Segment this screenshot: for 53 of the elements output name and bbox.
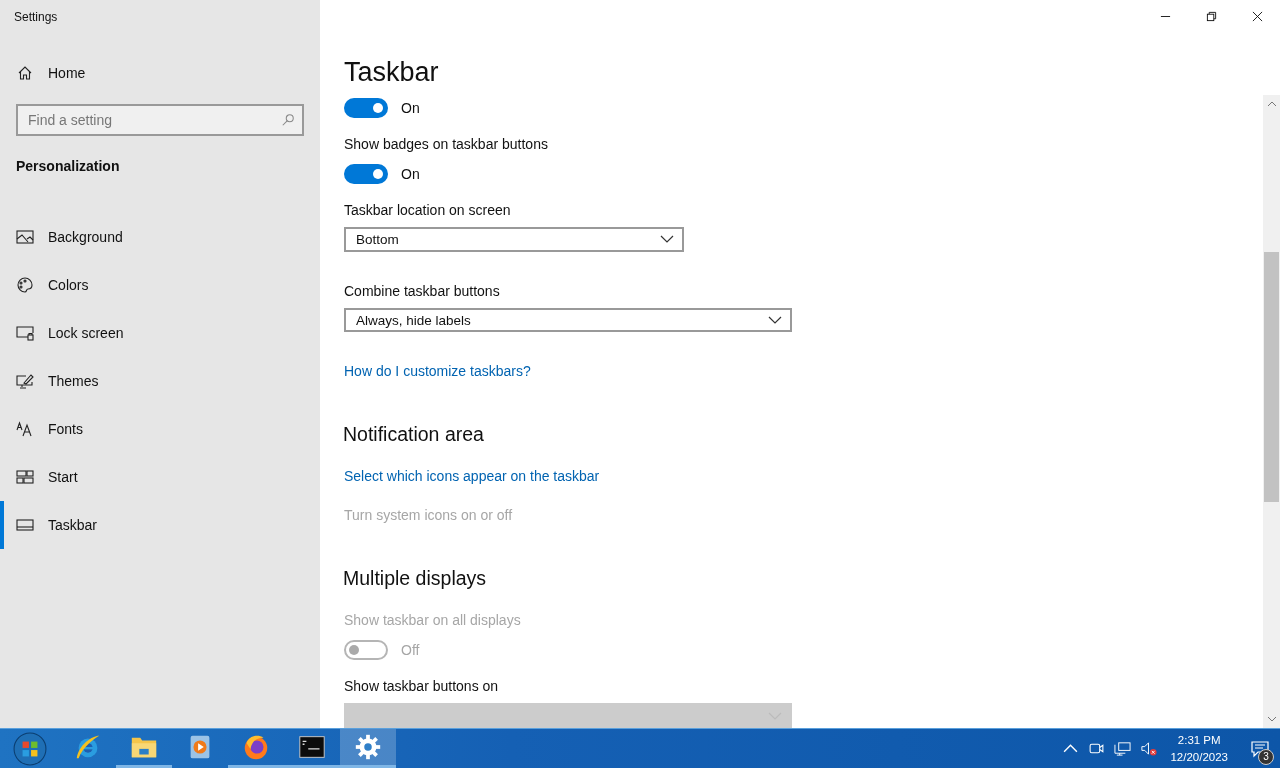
notifications-icon[interactable] — [1250, 738, 1270, 759]
dropdown[interactable]: Bottom — [344, 227, 684, 252]
dropdown[interactable]: Always, hide labels — [344, 307, 792, 333]
sidebar-item[interactable]: Start — [0, 453, 320, 501]
date-text: 12/20/2023 — [1170, 749, 1228, 765]
home-icon — [17, 65, 33, 81]
toggle-state: On — [401, 166, 420, 182]
home-link[interactable]: Home — [0, 62, 320, 84]
link[interactable]: Select which icons appear on the taskbar — [344, 468, 600, 485]
toggle-switch[interactable] — [344, 164, 388, 184]
time-text: 2:31 PM — [1177, 732, 1221, 748]
section-heading: Notification area — [343, 422, 484, 448]
scrollbar[interactable] — [1263, 95, 1280, 728]
scroll-down-icon[interactable] — [1266, 716, 1277, 722]
start-orb-icon[interactable] — [13, 731, 47, 766]
settings-icon — [353, 732, 383, 762]
notification-count-badge: 3 — [1258, 748, 1274, 765]
close-icon — [1251, 10, 1263, 22]
sidebar-item[interactable]: Background — [0, 213, 320, 261]
palette-icon — [16, 277, 34, 293]
setting-label: Combine taskbar buttons — [344, 281, 500, 301]
setting-label: Show taskbar buttons on — [344, 677, 499, 697]
toggle-state: Off — [401, 642, 420, 659]
clock[interactable]: 2:31 PM 12/20/2023 — [1170, 731, 1228, 766]
sidebar-item[interactable]: Lock screen — [0, 309, 320, 357]
network-icon[interactable] — [1114, 740, 1132, 757]
lock-screen-icon — [16, 325, 34, 341]
page-title: Taskbar — [344, 56, 439, 89]
tiles-icon — [16, 469, 34, 485]
setting-label: Taskbar location on screen — [344, 201, 511, 220]
search-field[interactable]: Find a setting — [16, 104, 304, 136]
sidebar-item[interactable]: Fonts — [0, 405, 320, 453]
chevron-down-icon — [660, 235, 674, 244]
sidebar-item[interactable]: Themes — [0, 357, 320, 405]
toggle-switch[interactable] — [344, 98, 388, 118]
restore-icon — [1205, 10, 1217, 22]
themes-icon — [16, 373, 34, 389]
picture-icon — [16, 229, 34, 245]
muted-speaker-icon[interactable] — [1140, 740, 1158, 757]
section-heading: Multiple displays — [343, 566, 487, 592]
scroll-up-icon[interactable] — [1266, 101, 1277, 107]
taskbar-icon — [16, 517, 34, 533]
section-title: Personalization — [15, 158, 121, 176]
chevron-down-icon — [768, 316, 782, 324]
toggle-state: On — [401, 100, 420, 116]
fonts-icon — [16, 421, 34, 437]
link[interactable]: How do I customize taskbars? — [344, 363, 531, 380]
window-title: Settings — [13, 9, 59, 26]
setting-label: Show badges on taskbar buttons — [344, 135, 548, 154]
sidebar-item[interactable]: Colors — [0, 261, 320, 309]
search-icon — [281, 113, 295, 127]
setting-label: Show taskbar on all displays — [344, 611, 521, 631]
scrollbar-thumb[interactable] — [1264, 252, 1279, 502]
